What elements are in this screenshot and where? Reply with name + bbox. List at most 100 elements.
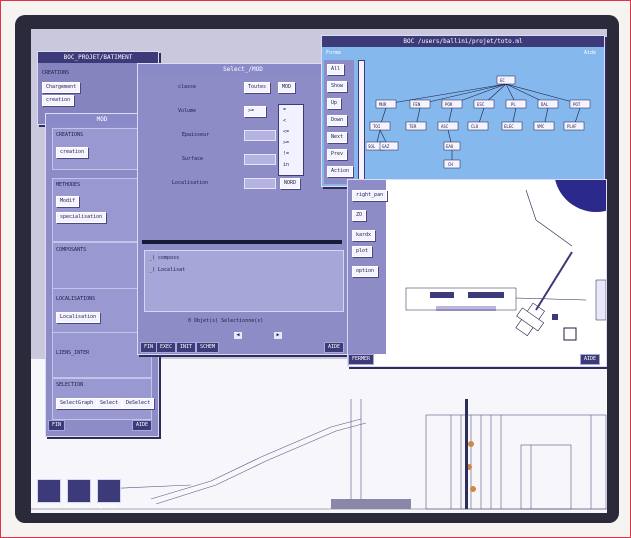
system-label: System: [97, 504, 116, 510]
tree-node: ESC: [477, 102, 485, 107]
creations-label: CREATIONS: [42, 70, 70, 76]
tree-prev-button[interactable]: Prev: [327, 149, 348, 160]
tree-node: VMC: [537, 124, 545, 129]
operator-dropdown[interactable]: = < <= >= != in: [278, 104, 304, 176]
zo-button[interactable]: ZO: [352, 210, 367, 221]
selection-label: SELECTION: [56, 382, 84, 388]
surface-field[interactable]: [244, 154, 276, 165]
methodes-label: METHODES: [56, 182, 81, 188]
monitor-bezel: BOC_PROJET/BATIMENT CREATIONS Chargement…: [15, 15, 619, 523]
tree-node: DAL: [541, 102, 549, 107]
tree-scrollbar[interactable]: [358, 60, 365, 186]
class-tree-graph[interactable]: EC MUR FEN POR ESC PL DAL POT TOI TER AS…: [366, 60, 602, 184]
tree-node: CLO: [471, 124, 479, 129]
tree-node: EAU: [446, 144, 454, 149]
tree-node: CH: [448, 162, 453, 167]
epaisseur-label: Epaisseur: [182, 132, 210, 138]
modif-button[interactable]: Modif: [56, 196, 80, 207]
console-icon[interactable]: [37, 479, 61, 503]
kardx-button[interactable]: kardx: [352, 230, 376, 241]
volume-op-button[interactable]: >=: [244, 106, 266, 117]
tree-node: POT: [573, 102, 581, 107]
control-label: Control: [65, 504, 87, 510]
results-list[interactable]: _( composs _( Localisat: [144, 250, 344, 312]
select-separator: [142, 240, 342, 244]
liens-inter-label: LIENS_INTER: [56, 350, 90, 356]
tree-node: ELEC: [504, 124, 514, 129]
tree-up-button[interactable]: Up: [327, 98, 342, 109]
op-3[interactable]: >=: [283, 140, 289, 146]
tree-show-button[interactable]: Show: [327, 81, 348, 92]
option-button[interactable]: option: [352, 266, 379, 277]
system-icon[interactable]: [97, 479, 121, 503]
op-4[interactable]: !=: [283, 151, 289, 157]
specialisation-button[interactable]: specialisation: [56, 212, 107, 223]
tree-node: TER: [409, 124, 417, 129]
select-init-button[interactable]: INIT: [176, 342, 197, 353]
tree-node: FEN: [413, 102, 421, 107]
select-exec-button[interactable]: EXEC: [156, 342, 177, 353]
localisation-label: Localisation: [172, 180, 209, 186]
select-graph-button[interactable]: SelectGraph: [56, 398, 98, 409]
classe-label: classe: [178, 84, 197, 90]
tree-node: PL: [511, 102, 516, 107]
op-5[interactable]: in: [283, 162, 289, 168]
select-button[interactable]: Select: [96, 398, 123, 409]
tree-title: BOC /users/ballini/projet/toto.ml: [322, 36, 604, 47]
surface-label: Surface: [182, 156, 204, 162]
select-aide-button[interactable]: AIDE: [324, 342, 345, 353]
plan-aide-button[interactable]: AIDE: [580, 354, 601, 365]
photo-frame: BOC_PROJET/BATIMENT CREATIONS Chargement…: [0, 0, 631, 538]
result-item-composs[interactable]: _( composs: [149, 255, 179, 261]
select-window[interactable]: Select_/MOD classe Toutes MOD Volume >= …: [137, 63, 349, 355]
tree-window[interactable]: BOC /users/ballini/projet/toto.ml Forme …: [321, 35, 605, 187]
tree-node: MUR: [379, 102, 387, 107]
control-icon[interactable]: [67, 479, 91, 503]
tree-action-button[interactable]: Action: [327, 166, 354, 177]
toutes-button[interactable]: Toutes: [244, 82, 271, 93]
creation-button-top[interactable]: creation: [42, 95, 75, 106]
objects-selected-count: 0 Objet(s) Selectionne(s): [188, 318, 264, 324]
chargement-button[interactable]: Chargement: [42, 82, 81, 93]
localisation-value[interactable]: NORD: [280, 178, 301, 189]
op-2[interactable]: <=: [283, 129, 289, 135]
plot-button[interactable]: plot: [352, 246, 373, 257]
mod-fin-button[interactable]: FIN: [48, 420, 66, 431]
tree-menu-aide[interactable]: Aide: [584, 50, 596, 56]
result-item-localisat[interactable]: _( Localisat: [149, 267, 185, 273]
tree-next-button[interactable]: Next: [327, 132, 348, 143]
tree-all-button[interactable]: All: [327, 64, 345, 75]
tree-node: PLAF: [567, 124, 577, 129]
mod-creation-button[interactable]: creation: [56, 147, 89, 158]
op-0[interactable]: =: [283, 107, 286, 113]
plan-view-window[interactable]: right_pan ZO kardx plot option FERMER AI…: [347, 179, 607, 367]
plan-fermer-button[interactable]: FERMER: [348, 354, 375, 365]
localisations-label: LOCALISATIONS: [56, 296, 96, 302]
mod-creations-label: CREATIONS: [56, 132, 84, 138]
volume-label: Volume: [178, 108, 197, 114]
select-fin-button[interactable]: FIN: [140, 342, 158, 353]
composants-label: COMPOSANTS: [56, 247, 87, 253]
select-schem-button[interactable]: SCHEM: [196, 342, 220, 353]
tree-menubar: [322, 47, 604, 57]
localisation-field[interactable]: [244, 178, 276, 189]
deselect-button[interactable]: DeSelect: [122, 398, 155, 409]
tree-menu-forme[interactable]: Forme: [326, 50, 341, 56]
mod-aide-button[interactable]: AIDE: [132, 420, 153, 431]
localisation-button[interactable]: Localisation: [56, 312, 101, 323]
tree-node: GAZ: [382, 144, 390, 149]
dock: Console Control System: [37, 479, 127, 513]
tree-node: POR: [445, 102, 453, 107]
op-1[interactable]: <: [283, 118, 286, 124]
desktop-screen: BOC_PROJET/BATIMENT CREATIONS Chargement…: [31, 29, 607, 513]
mod-class-button[interactable]: MOD: [278, 82, 296, 93]
tree-node: EC: [500, 78, 505, 83]
plan-view-canvas[interactable]: [386, 180, 606, 354]
right-pan-button[interactable]: right_pan: [352, 190, 388, 201]
tree-down-button[interactable]: Down: [327, 115, 348, 126]
tree-node: SOL: [368, 144, 376, 149]
epaisseur-field[interactable]: [244, 130, 276, 141]
prev-arrow-icon[interactable]: ◀: [234, 332, 242, 339]
next-arrow-icon[interactable]: ▶: [274, 332, 282, 339]
tree-node: TOI: [373, 124, 381, 129]
